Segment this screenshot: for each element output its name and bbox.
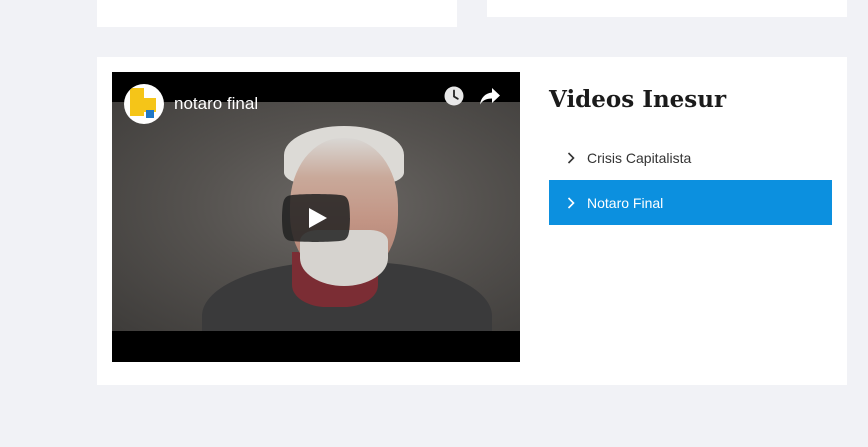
video-title[interactable]: notaro final (174, 94, 258, 114)
video-list-item-notaro-final[interactable]: Notaro Final (549, 180, 832, 225)
video-list-item-crisis-capitalista[interactable]: Crisis Capitalista (549, 135, 832, 180)
video-player[interactable]: notaro final (112, 72, 520, 362)
channel-avatar[interactable] (124, 84, 164, 124)
video-list: Crisis Capitalista Notaro Final (549, 135, 832, 225)
top-left-card (97, 0, 457, 27)
chevron-right-icon (567, 196, 575, 209)
video-list-item-label: Notaro Final (587, 194, 664, 211)
clock-icon[interactable] (444, 86, 464, 106)
video-list-item-label: Crisis Capitalista (587, 149, 692, 166)
videos-sidebar: Videos Inesur Crisis Capitalista Notaro … (549, 85, 832, 225)
top-right-card (487, 0, 847, 17)
play-icon[interactable] (282, 194, 350, 242)
share-icon[interactable] (479, 86, 501, 106)
chevron-right-icon (567, 151, 575, 164)
videos-widget-card: notaro final Videos Inesur Crisis Capita… (97, 57, 847, 385)
sidebar-title: Videos Inesur (549, 86, 727, 113)
